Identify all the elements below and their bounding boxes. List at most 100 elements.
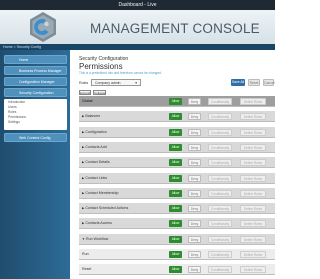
reset-button[interactable]: Reset (248, 79, 260, 86)
conditional-button[interactable]: Conditionally (208, 205, 232, 213)
save-all-button[interactable]: Save All (231, 79, 245, 86)
collapsed-arrow-icon[interactable]: ▶ (82, 114, 84, 118)
app-header: MANAGEMENT CONSOLE (0, 10, 275, 44)
conditional-button[interactable]: Conditionally (208, 98, 232, 105)
row-label-text: Contacts Access (85, 221, 112, 226)
collapsed-arrow-icon[interactable]: ▶ (82, 145, 84, 149)
conditional-button[interactable]: Conditionally (208, 220, 232, 228)
row-label: ▶Contact Details (82, 157, 110, 168)
collapsed-arrow-icon[interactable]: ▶ (82, 191, 84, 195)
table-row[interactable]: ▶Contacts Add Allow Deny Conditionally Defin… (79, 141, 275, 153)
sidebar-item-business-process[interactable]: Business Process Manager (4, 66, 67, 75)
deny-button[interactable]: Deny (188, 98, 201, 105)
conditional-button[interactable]: Conditionally (208, 189, 232, 197)
conditional-button[interactable]: Conditionally (208, 159, 232, 167)
sidebar-sub-item-settings[interactable]: Settings (4, 120, 67, 125)
sidebar: Home Business Process Manager Configurat… (0, 44, 70, 279)
row-label-text: Run Workflow (85, 236, 109, 241)
define-rules-button[interactable]: Define Rules (240, 98, 266, 105)
conditional-button[interactable]: Conditionally (208, 128, 232, 136)
sidebar-item-label: Web Content Config (19, 136, 51, 140)
deny-button[interactable]: Deny (188, 266, 201, 274)
conditional-button[interactable]: Conditionally (208, 266, 232, 274)
role-label: Roles (79, 81, 89, 85)
conditional-button[interactable]: Conditionally (208, 143, 232, 151)
expand-all-button[interactable]: Expand All (79, 90, 91, 100)
table-row[interactable]: Reset Allow Deny Conditionally Define Rules (79, 264, 275, 276)
row-label: ▶Contact Membership (82, 188, 118, 199)
define-rules-button[interactable]: Define Rules (240, 113, 266, 121)
allow-button[interactable]: Allow (169, 174, 182, 182)
define-rules-button[interactable]: Define Rules (240, 251, 266, 258)
row-label-text: Contact Links (85, 175, 108, 180)
allow-button[interactable]: Allow (169, 220, 182, 228)
allow-button[interactable]: Allow (169, 266, 182, 274)
deny-button[interactable]: Deny (188, 251, 201, 258)
row-label: ▶Balances (82, 111, 100, 122)
allow-button[interactable]: Allow (169, 143, 182, 151)
allow-button[interactable]: Allow (169, 205, 182, 213)
define-rules-button[interactable]: Define Rules (240, 220, 266, 228)
collapsed-arrow-icon[interactable]: ▶ (82, 206, 84, 210)
row-label-text: Run (82, 252, 89, 256)
define-rules-button[interactable]: Define Rules (240, 128, 266, 136)
define-rules-button[interactable]: Define Rules (240, 266, 266, 274)
define-rules-button[interactable]: Define Rules (240, 174, 266, 182)
deny-button[interactable]: Deny (188, 205, 201, 213)
define-rules-button[interactable]: Define Rules (240, 159, 266, 167)
conditional-button[interactable]: Conditionally (208, 113, 232, 121)
deny-button[interactable]: Deny (188, 159, 201, 167)
sidebar-item-home[interactable]: Home (4, 55, 67, 64)
collapsed-arrow-icon[interactable]: ▶ (82, 130, 84, 134)
deny-button[interactable]: Deny (188, 189, 201, 197)
table-row[interactable]: Global Allow Deny Conditionally Define Rules (79, 96, 275, 107)
table-row[interactable]: ▶Configuration Allow Deny Conditionally Defi… (79, 126, 275, 138)
row-label: Global (82, 96, 92, 107)
allow-button[interactable]: Allow (169, 235, 182, 243)
table-row[interactable]: Run Allow Deny Conditionally Define Rules (79, 249, 275, 260)
breadcrumb[interactable]: Home > Security Config (3, 44, 41, 50)
collapsed-arrow-icon[interactable]: ▶ (82, 160, 84, 164)
deny-button[interactable]: Deny (188, 143, 201, 151)
allow-button[interactable]: Allow (169, 251, 182, 258)
allow-button[interactable]: Allow (169, 98, 182, 105)
row-label: Run (82, 249, 89, 260)
deny-button[interactable]: Deny (188, 174, 201, 182)
define-rules-button[interactable]: Define Rules (240, 189, 266, 197)
table-row[interactable]: ▶Contact Links Allow Deny Conditionally Defi… (79, 172, 275, 184)
page-subtitle: This is a predefined role and therefore … (79, 71, 162, 75)
expanded-arrow-icon[interactable]: ▼ (82, 237, 85, 241)
sidebar-item-security[interactable]: Security Configuration (4, 88, 67, 97)
sidebar-item-configuration[interactable]: Configuration Manager (4, 77, 67, 86)
allow-button[interactable]: Allow (169, 113, 182, 121)
table-row[interactable]: ▼Run Workflow Allow Deny Conditionally Defin… (79, 233, 275, 245)
allow-button[interactable]: Allow (169, 128, 182, 136)
deny-button[interactable]: Deny (188, 220, 201, 228)
row-label: ▶Contacts Add (82, 142, 107, 153)
conditional-button[interactable]: Conditionally (208, 174, 232, 182)
table-row[interactable]: ▶Balances Allow Deny Conditionally Define Ru… (79, 111, 275, 123)
table-row[interactable]: ▶Contact Membership Allow Deny Conditionall… (79, 187, 275, 199)
allow-button[interactable]: Allow (169, 159, 182, 167)
row-label-text: Contacts Add (85, 144, 107, 149)
conditional-button[interactable]: Conditionally (208, 251, 232, 258)
conditional-button[interactable]: Conditionally (208, 235, 232, 243)
define-rules-button[interactable]: Define Rules (240, 235, 266, 243)
deny-button[interactable]: Deny (188, 235, 201, 243)
table-row[interactable]: ▶Contact Details Allow Deny Conditionally De… (79, 157, 275, 169)
cancel-button[interactable]: Cancel (263, 79, 275, 86)
table-row[interactable]: ▶Contacts Access Allow Deny Conditionally De… (79, 218, 275, 230)
define-rules-button[interactable]: Define Rules (240, 143, 266, 151)
deny-button[interactable]: Deny (188, 113, 201, 121)
collapsed-arrow-icon[interactable]: ▶ (82, 176, 84, 180)
deny-button[interactable]: Deny (188, 128, 201, 136)
table-row[interactable]: ▶Contact Scheduled Actions Allow Deny Condi… (79, 203, 275, 215)
sidebar-item-web-content[interactable]: Web Content Config (4, 133, 67, 142)
define-rules-button[interactable]: Define Rules (240, 205, 266, 213)
collapse-all-button[interactable]: Collapse All (93, 90, 106, 100)
role-select[interactable]: Company admin ▾ (91, 79, 141, 86)
row-label-text: Contact Scheduled Actions (85, 206, 129, 211)
collapsed-arrow-icon[interactable]: ▶ (82, 221, 84, 225)
sidebar-item-label: Business Process Manager (19, 69, 62, 73)
allow-button[interactable]: Allow (169, 189, 182, 197)
